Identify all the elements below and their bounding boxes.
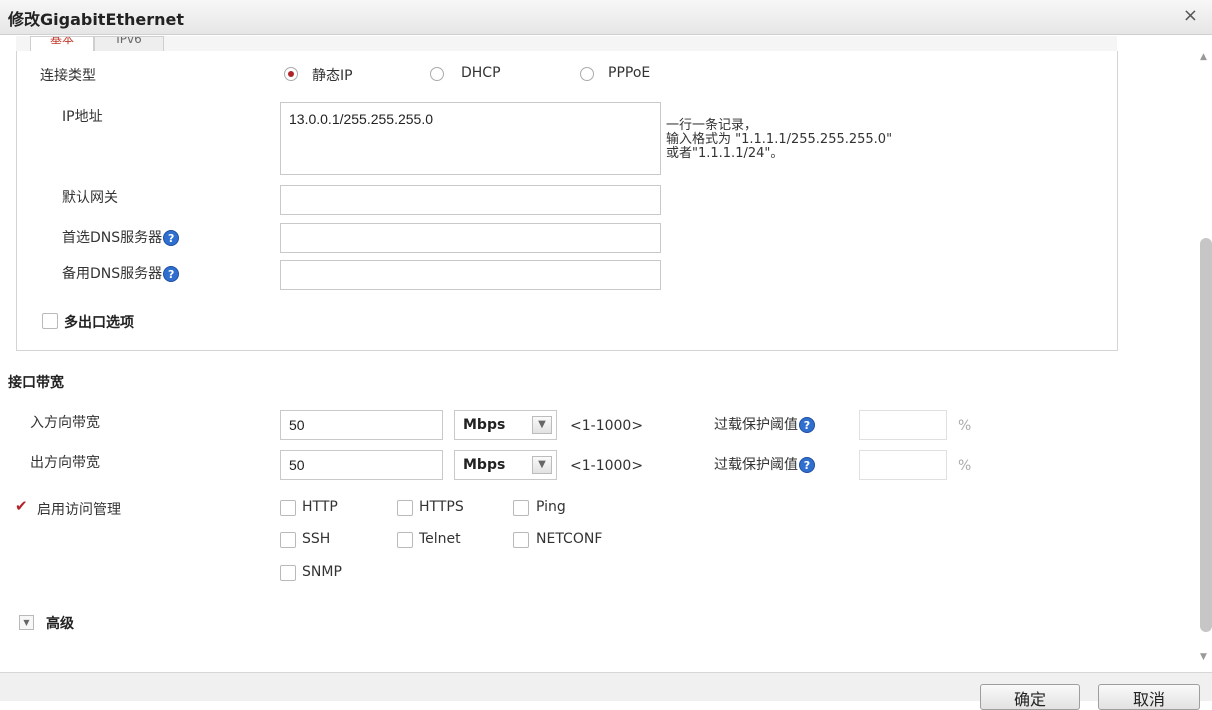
advanced-toggle[interactable]: ▼ bbox=[19, 615, 34, 630]
outbound-threshold-label-text: 过载保护阈值 bbox=[714, 457, 798, 473]
dns2-input[interactable] bbox=[280, 260, 661, 290]
dns1-label: 首选DNS服务器? bbox=[62, 227, 180, 247]
ok-button[interactable]: 确定 bbox=[980, 684, 1080, 710]
inbound-threshold-input[interactable] bbox=[859, 410, 947, 440]
bandwidth-section-title: 接口带宽 bbox=[8, 375, 64, 391]
chevron-down-icon[interactable]: ▼ bbox=[532, 416, 552, 434]
tab-basic-label: 基本 bbox=[49, 36, 74, 46]
ip-address-value: 13.0.0.1/255.255.255.0 bbox=[289, 111, 434, 127]
tab-ipv6-label: IPv6 bbox=[116, 36, 142, 46]
outbound-threshold-label: 过载保护阈值? bbox=[714, 454, 815, 474]
close-icon[interactable]: × bbox=[1183, 5, 1198, 26]
checkbox-snmp[interactable] bbox=[280, 565, 296, 581]
advanced-label: 高级 bbox=[46, 616, 74, 632]
chevron-down-icon[interactable]: ▼ bbox=[532, 456, 552, 474]
scroll-up-icon[interactable]: ▲ bbox=[1200, 52, 1207, 62]
outbound-range: <1-1000> bbox=[570, 458, 644, 474]
checkbox-ssh-label: SSH bbox=[302, 531, 331, 547]
outbound-bandwidth-input[interactable]: 50 bbox=[280, 450, 443, 480]
help-icon[interactable]: ? bbox=[799, 457, 815, 473]
dns1-label-text: 首选DNS服务器 bbox=[62, 230, 163, 246]
help-icon[interactable]: ? bbox=[163, 266, 180, 282]
ip-address-label: IP地址 bbox=[62, 109, 103, 125]
checkbox-telnet-label: Telnet bbox=[419, 531, 461, 547]
inbound-bandwidth-input[interactable]: 50 bbox=[280, 410, 443, 440]
radio-static-ip[interactable] bbox=[284, 67, 298, 81]
access-mgmt-label: 启用访问管理 bbox=[37, 502, 121, 518]
checkbox-netconf-label: NETCONF bbox=[536, 531, 603, 547]
checkbox-https[interactable] bbox=[397, 500, 413, 516]
checkbox-http-label: HTTP bbox=[302, 499, 338, 515]
outbound-unit-value: Mbps bbox=[463, 457, 506, 473]
inbound-value: 50 bbox=[289, 417, 305, 433]
radio-pppoe[interactable] bbox=[580, 67, 594, 81]
inbound-range: <1-1000> bbox=[570, 418, 644, 434]
ip-address-textarea[interactable]: 13.0.0.1/255.255.255.0 bbox=[280, 102, 661, 175]
scroll-down-icon[interactable]: ▼ bbox=[1200, 652, 1207, 662]
tab-ipv6[interactable]: IPv6 bbox=[94, 36, 164, 51]
dialog-title: 修改GigabitEthernet bbox=[8, 10, 185, 29]
outbound-value: 50 bbox=[289, 457, 305, 473]
multi-exit-label: 多出口选项 bbox=[64, 315, 134, 331]
help-icon[interactable]: ? bbox=[163, 230, 180, 246]
radio-static-ip-label: 静态IP bbox=[312, 68, 353, 84]
dns1-input[interactable] bbox=[280, 223, 661, 253]
radio-pppoe-label: PPPoE bbox=[608, 65, 651, 81]
inbound-percent-unit: % bbox=[958, 418, 972, 434]
inbound-label: 入方向带宽 bbox=[30, 415, 100, 431]
inbound-unit-select[interactable]: Mbps ▼ bbox=[454, 410, 557, 440]
outbound-unit-select[interactable]: Mbps ▼ bbox=[454, 450, 557, 480]
outbound-label: 出方向带宽 bbox=[30, 455, 100, 471]
help-icon[interactable]: ? bbox=[799, 417, 815, 433]
ip-hint-line2: 输入格式为 "1.1.1.1/255.255.255.0" bbox=[666, 132, 893, 147]
cancel-button[interactable]: 取消 bbox=[1098, 684, 1200, 710]
radio-dhcp[interactable] bbox=[430, 67, 444, 81]
checkbox-ssh[interactable] bbox=[280, 532, 296, 548]
ip-format-hint: 一行一条记录， 输入格式为 "1.1.1.1/255.255.255.0" 或者… bbox=[666, 119, 892, 161]
scrollbar-thumb[interactable] bbox=[1200, 238, 1212, 632]
radio-dhcp-label: DHCP bbox=[461, 65, 501, 81]
access-mgmt-checkbox[interactable]: ✔ bbox=[15, 497, 28, 515]
dialog-titlebar: 修改GigabitEthernet × bbox=[0, 0, 1212, 35]
dns2-label: 备用DNS服务器? bbox=[62, 263, 180, 283]
checkbox-telnet[interactable] bbox=[397, 532, 413, 548]
tab-basic[interactable]: 基本 bbox=[30, 36, 94, 51]
outbound-percent-unit: % bbox=[958, 458, 972, 474]
checkbox-ping[interactable] bbox=[513, 500, 529, 516]
scrollbar[interactable]: ▲ ▼ bbox=[1200, 40, 1212, 662]
checkbox-netconf[interactable] bbox=[513, 532, 529, 548]
checkbox-ping-label: Ping bbox=[536, 499, 566, 515]
checkbox-http[interactable] bbox=[280, 500, 296, 516]
inbound-threshold-label: 过载保护阈值? bbox=[714, 414, 815, 434]
inbound-unit-value: Mbps bbox=[463, 417, 506, 433]
ip-hint-line3: 或者"1.1.1.1/24"。 bbox=[666, 146, 784, 161]
dns2-label-text: 备用DNS服务器 bbox=[62, 266, 163, 282]
outbound-threshold-input[interactable] bbox=[859, 450, 947, 480]
gateway-input[interactable] bbox=[280, 185, 661, 215]
connection-type-label: 连接类型 bbox=[40, 68, 96, 84]
checkbox-snmp-label: SNMP bbox=[302, 564, 342, 580]
checkbox-https-label: HTTPS bbox=[419, 499, 464, 515]
gateway-label: 默认网关 bbox=[62, 190, 118, 206]
multi-exit-checkbox[interactable] bbox=[42, 313, 58, 329]
inbound-threshold-label-text: 过载保护阈值 bbox=[714, 417, 798, 433]
ip-hint-line1: 一行一条记录， bbox=[666, 118, 758, 133]
